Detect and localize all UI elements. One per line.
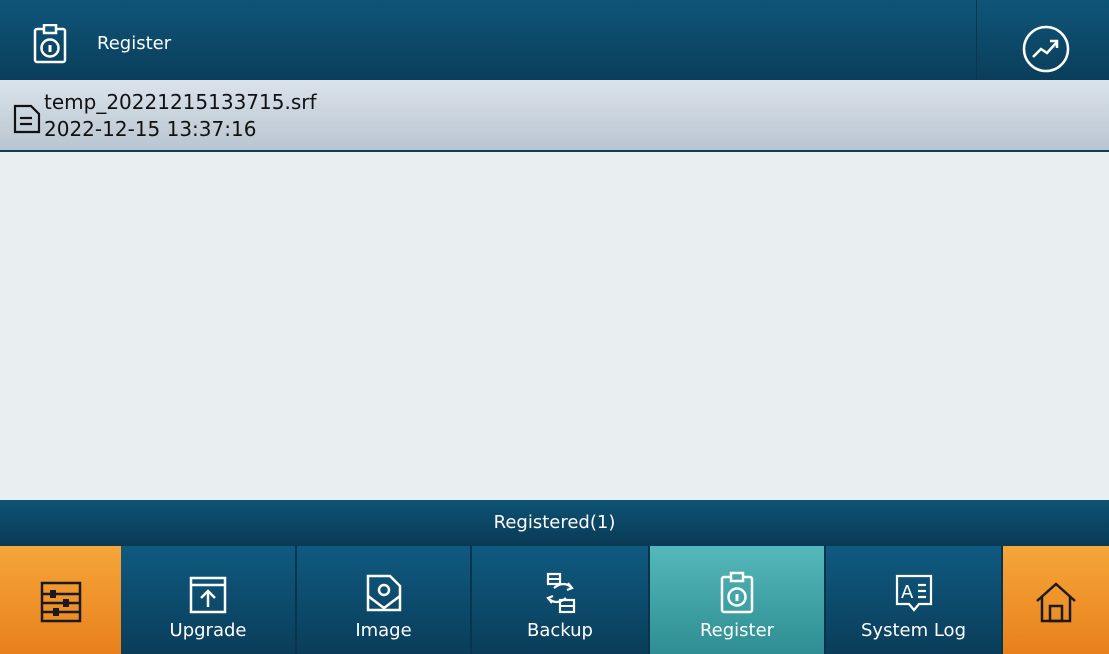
file-list: temp_20221215133715.srf 2022-12-15 13:37… bbox=[0, 80, 1109, 500]
tab-system-log[interactable]: A System Log bbox=[826, 546, 1003, 654]
settings-sliders-icon bbox=[40, 581, 81, 623]
tab-system-log-label: System Log bbox=[861, 620, 966, 641]
header-divider bbox=[976, 0, 977, 80]
register-icon bbox=[720, 571, 754, 614]
file-list-item[interactable]: temp_20221215133715.srf 2022-12-15 13:37… bbox=[0, 80, 1109, 152]
tab-backup-label: Backup bbox=[527, 620, 593, 641]
status-bar: Registered(1) bbox=[0, 500, 1109, 546]
trend-chart-icon[interactable] bbox=[1021, 24, 1071, 74]
tab-register-label: Register bbox=[699, 620, 775, 641]
settings-button[interactable] bbox=[0, 546, 121, 654]
tab-image[interactable]: Image bbox=[297, 546, 472, 654]
tab-image-label: Image bbox=[355, 620, 412, 641]
home-button[interactable] bbox=[1003, 546, 1109, 654]
page-title: Register bbox=[97, 33, 172, 54]
upgrade-icon bbox=[189, 576, 227, 614]
svg-text:A: A bbox=[901, 582, 914, 603]
image-icon bbox=[366, 574, 401, 612]
tab-register[interactable]: Register bbox=[650, 546, 826, 654]
file-name: temp_20221215133715.srf bbox=[44, 90, 317, 114]
file-date: 2022-12-15 13:37:16 bbox=[44, 117, 257, 141]
home-icon bbox=[1036, 582, 1076, 623]
system-log-icon: A bbox=[895, 574, 932, 612]
file-icon bbox=[13, 104, 41, 134]
backup-icon bbox=[546, 572, 576, 614]
bottom-nav: Upgrade Image Backup Register A System L… bbox=[0, 546, 1109, 654]
tab-upgrade-label: Upgrade bbox=[169, 620, 247, 641]
tab-upgrade[interactable]: Upgrade bbox=[121, 546, 297, 654]
clipboard-lock-icon bbox=[33, 24, 67, 64]
header-bar: Register bbox=[0, 0, 1109, 80]
tab-backup[interactable]: Backup bbox=[472, 546, 650, 654]
